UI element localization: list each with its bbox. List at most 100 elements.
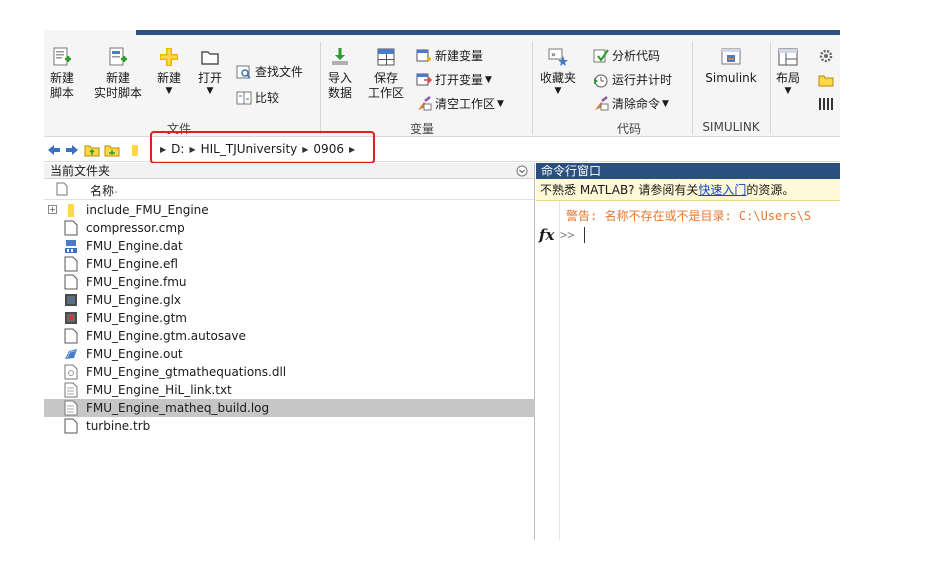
favorites-label: 收藏夹 xyxy=(540,71,577,85)
favorites-icon: » xyxy=(548,48,568,66)
open-label: 打开 xyxy=(198,71,223,85)
command-input-cursor[interactable] xyxy=(584,227,585,243)
current-folder-panel: 当前文件夹 名称- + include_FMU_Engine compressor.… xyxy=(44,163,535,540)
document-icon xyxy=(64,274,78,290)
find-files-button[interactable]: 查找文件 xyxy=(236,63,303,80)
file-row[interactable]: compressor.cmp xyxy=(44,219,535,237)
data-file-icon xyxy=(64,238,78,254)
file-name: FMU_Engine.dat xyxy=(86,239,183,253)
new-variable-icon xyxy=(416,49,431,61)
favorites-button[interactable]: » 收藏夹 ▼ xyxy=(540,46,576,96)
folder-small-icon xyxy=(132,145,138,156)
output-file-icon xyxy=(64,346,78,362)
up-folder-icon[interactable] xyxy=(84,142,100,158)
new-button[interactable]: 新建 ▼ xyxy=(157,46,181,96)
analyze-code-icon xyxy=(593,48,609,62)
file-row[interactable]: FMU_Engine.gtm xyxy=(44,309,535,327)
getting-started-banner: 不熟悉 MATLAB? 请参阅有关快速入门的资源。 xyxy=(536,179,840,201)
clear-commands-button[interactable]: 清除命令 ▼ xyxy=(593,95,669,112)
home-tab-highlight[interactable] xyxy=(44,30,136,38)
group-divider xyxy=(320,42,321,134)
save-workspace-button[interactable]: 保存 工作区 xyxy=(368,46,404,101)
text-file-icon xyxy=(64,400,78,416)
simulink-icon xyxy=(721,48,741,65)
file-row[interactable]: FMU_Engine_matheq_build.log xyxy=(44,399,535,417)
import-data-button[interactable]: 导入 数据 xyxy=(328,46,352,101)
chevron-down-icon[interactable]: ▼ xyxy=(207,86,214,96)
chevron-down-icon[interactable]: ▼ xyxy=(785,86,792,96)
browse-folder-icon[interactable] xyxy=(104,142,120,158)
function-browser-icon[interactable]: fx xyxy=(539,226,554,244)
folder-open-icon xyxy=(201,51,219,65)
file-row[interactable]: FMU_Engine_HiL_link.txt xyxy=(44,381,535,399)
new-script-button[interactable]: 新建 脚本 xyxy=(50,46,74,101)
name-column-header[interactable]: 名称- xyxy=(90,182,118,199)
panel-menu-icon[interactable] xyxy=(516,165,528,177)
file-name: compressor.cmp xyxy=(86,221,185,235)
clear-workspace-label: 清空工作区 xyxy=(435,97,496,111)
chevron-down-icon[interactable]: ▼ xyxy=(555,86,562,96)
text-file-icon xyxy=(64,382,78,398)
brush-icon xyxy=(418,95,432,110)
ribbon-toolbar: 新建 脚本 新建 实时脚本 新建 ▼ 打开 ▼ 查找文件 比较 文件 导入 数据… xyxy=(44,38,840,137)
document-icon xyxy=(64,220,78,236)
group-divider xyxy=(532,42,533,134)
group-label-code: 代码 xyxy=(616,122,641,136)
new-script-label-2: 脚本 xyxy=(50,86,75,100)
open-button[interactable]: 打开 ▼ xyxy=(198,46,222,96)
new-variable-button[interactable]: 新建变量 xyxy=(416,47,483,64)
banner-text-prefix: 不熟悉 MATLAB? 请参阅有关 xyxy=(540,183,699,197)
file-row[interactable]: FMU_Engine.glx xyxy=(44,291,535,309)
title-accent-bar xyxy=(136,30,840,35)
file-name: FMU_Engine_HiL_link.txt xyxy=(86,383,232,397)
analyze-code-button[interactable]: 分析代码 xyxy=(593,47,660,64)
gt-blue-icon xyxy=(64,292,78,308)
simulink-label: Simulink xyxy=(705,71,757,85)
dll-file-icon xyxy=(64,364,78,380)
file-row[interactable]: FMU_Engine.dat xyxy=(44,237,535,255)
getting-started-link[interactable]: 快速入门 xyxy=(698,183,746,197)
parallel-icon[interactable] xyxy=(818,96,834,112)
forward-arrow-icon[interactable] xyxy=(64,142,80,158)
back-arrow-icon[interactable] xyxy=(46,142,62,158)
group-label-variable: 变量 xyxy=(409,122,434,136)
chevron-down-icon[interactable]: ▼ xyxy=(662,99,669,109)
file-list-header[interactable]: 名称- xyxy=(44,179,534,200)
file-row[interactable]: FMU_Engine.fmu xyxy=(44,273,535,291)
file-row[interactable]: FMU_Engine_gtmathequations.dll xyxy=(44,363,535,381)
file-name: turbine.trb xyxy=(86,419,151,433)
open-variable-label: 打开变量 xyxy=(435,73,484,87)
file-row[interactable]: FMU_Engine.gtm.autosave xyxy=(44,327,535,345)
run-and-time-button[interactable]: 运行并计时 xyxy=(593,71,672,88)
file-row[interactable]: turbine.trb xyxy=(44,417,535,435)
save-workspace-icon xyxy=(377,48,395,66)
folder-row[interactable]: + include_FMU_Engine xyxy=(44,201,535,219)
file-name: FMU_Engine_gtmathequations.dll xyxy=(86,365,287,379)
command-window-panel: 命令行窗口 不熟悉 MATLAB? 请参阅有关快速入门的资源。 警告: 名称不存… xyxy=(536,163,840,540)
file-name: FMU_Engine.gtm xyxy=(86,311,187,325)
save-workspace-label-1: 保存 xyxy=(374,71,399,85)
compare-button[interactable]: 比较 xyxy=(236,89,279,106)
new-live-script-label-1: 新建 xyxy=(106,71,131,85)
file-row[interactable]: FMU_Engine.out xyxy=(44,345,535,363)
clear-workspace-button[interactable]: 清空工作区 ▼ xyxy=(416,95,504,112)
chevron-down-icon[interactable]: ▼ xyxy=(485,75,492,85)
command-gutter xyxy=(536,201,560,540)
plus-icon xyxy=(160,48,178,66)
new-variable-label: 新建变量 xyxy=(435,49,484,63)
chevron-down-icon[interactable]: ▼ xyxy=(497,99,504,109)
preferences-gear-icon[interactable] xyxy=(818,48,834,64)
open-variable-button[interactable]: 打开变量 ▼ xyxy=(416,71,492,88)
brush-icon xyxy=(595,95,609,110)
simulink-button[interactable]: Simulink xyxy=(700,46,762,86)
group-divider xyxy=(770,42,771,134)
chevron-down-icon[interactable]: ▼ xyxy=(166,86,173,96)
layout-button[interactable]: 布局 ▼ xyxy=(776,46,800,96)
document-icon xyxy=(64,418,78,434)
analyze-code-label: 分析代码 xyxy=(612,49,661,63)
set-path-icon[interactable] xyxy=(818,72,834,88)
current-folder-title-bar: 当前文件夹 xyxy=(44,163,534,179)
file-row[interactable]: FMU_Engine.efl xyxy=(44,255,535,273)
new-live-script-button[interactable]: 新建 实时脚本 xyxy=(94,46,142,101)
expand-toggle-icon[interactable]: + xyxy=(48,205,57,214)
